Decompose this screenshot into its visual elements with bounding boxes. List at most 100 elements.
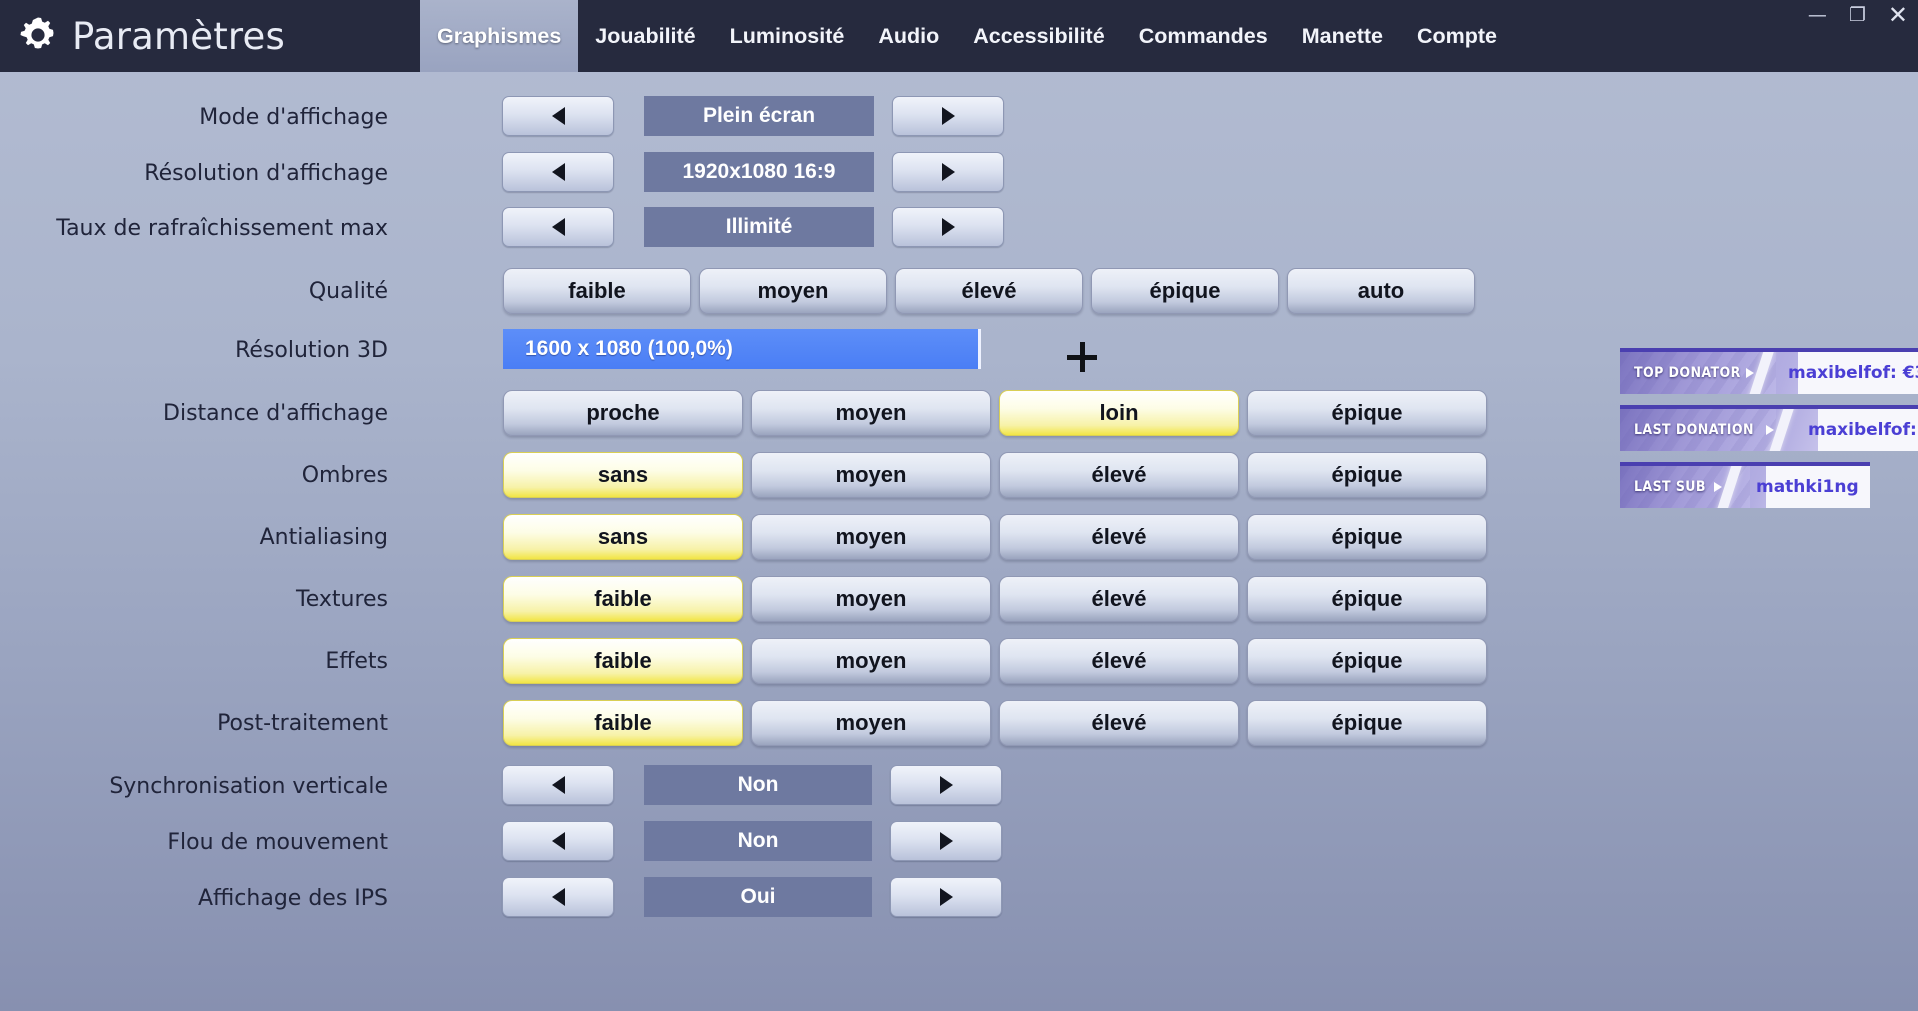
choice-label: élevé — [961, 278, 1017, 303]
prev-arrow-display_resolution[interactable] — [502, 152, 614, 192]
choice-label: faible — [594, 710, 652, 735]
tab-commandes[interactable]: Commandes — [1122, 0, 1285, 72]
choice-label: loin — [1099, 400, 1139, 425]
choice-antialiasing-sans[interactable]: sans — [503, 514, 743, 560]
setting-row-display_mode: Plein écran — [502, 96, 1004, 136]
close-icon[interactable]: ✕ — [1888, 3, 1908, 27]
tab-luminosit[interactable]: Luminosité — [713, 0, 862, 72]
next-arrow-display_mode[interactable] — [892, 96, 1004, 136]
chevron-left-icon — [551, 888, 565, 906]
choice-view_distance-moyen[interactable]: moyen — [751, 390, 991, 436]
tab-manette[interactable]: Manette — [1285, 0, 1400, 72]
overlay-arrow-icon — [1714, 482, 1722, 492]
page-title: Paramètres — [72, 14, 285, 58]
setting-value-display_mode[interactable]: Plein écran — [644, 96, 874, 136]
setting-row-display_resolution: 1920x1080 16:9 — [502, 152, 1004, 192]
tab-audio[interactable]: Audio — [861, 0, 956, 72]
choice-view_distance-proche[interactable]: proche — [503, 390, 743, 436]
setting-row-textures: faible moyen élevé épique — [503, 576, 1487, 622]
choice-post_processing-moyen[interactable]: moyen — [751, 700, 991, 746]
setting-value-show_fps[interactable]: Oui — [644, 877, 872, 917]
choice-quality-faible[interactable]: faible — [503, 268, 691, 314]
prev-arrow-vsync[interactable] — [502, 765, 614, 805]
title-bar: Paramètres Graphismes Jouabilité Luminosit… — [0, 0, 1918, 72]
choice-quality-moyen[interactable]: moyen — [699, 268, 887, 314]
choice-antialiasing-élevé[interactable]: élevé — [999, 514, 1239, 560]
tab-jouabilit[interactable]: Jouabilité — [578, 0, 712, 72]
prev-arrow-display_mode[interactable] — [502, 96, 614, 136]
next-arrow-motion_blur[interactable] — [890, 821, 1002, 861]
choice-effects-moyen[interactable]: moyen — [751, 638, 991, 684]
stream-overlay-panel: TOP DONATORmaxibelfof: €30.0LAST DONATIO… — [1620, 348, 1918, 519]
choice-label: moyen — [757, 278, 829, 303]
choice-quality-épique[interactable]: épique — [1091, 268, 1279, 314]
prev-arrow-max_framerate[interactable] — [502, 207, 614, 247]
choice-textures-faible[interactable]: faible — [503, 576, 743, 622]
overlay-label: TOP DONATOR — [1634, 365, 1741, 381]
tab-label: Jouabilité — [595, 23, 696, 48]
choice-post_processing-élevé[interactable]: élevé — [999, 700, 1239, 746]
setting-value-max_framerate[interactable]: Illimité — [644, 207, 874, 247]
chevron-right-icon — [941, 107, 955, 125]
choice-post_processing-faible[interactable]: faible — [503, 700, 743, 746]
choice-label: épique — [1331, 710, 1403, 735]
choice-effects-épique[interactable]: épique — [1247, 638, 1487, 684]
tab-label: Accessibilité — [973, 23, 1105, 48]
choice-effects-élevé[interactable]: élevé — [999, 638, 1239, 684]
prev-arrow-motion_blur[interactable] — [502, 821, 614, 861]
choice-quality-élevé[interactable]: élevé — [895, 268, 1083, 314]
choice-effects-faible[interactable]: faible — [503, 638, 743, 684]
tab-accessibilit[interactable]: Accessibilité — [956, 0, 1121, 72]
choice-post_processing-épique[interactable]: épique — [1247, 700, 1487, 746]
overlay-arrow-icon — [1746, 368, 1754, 378]
next-arrow-show_fps[interactable] — [890, 877, 1002, 917]
tab-graphismes[interactable]: Graphismes — [420, 0, 579, 72]
choice-label: élevé — [1091, 710, 1147, 735]
maximize-icon[interactable]: ❐ — [1849, 5, 1866, 25]
choice-label: sans — [597, 524, 649, 549]
setting-value-display_resolution[interactable]: 1920x1080 16:9 — [644, 152, 874, 192]
prev-arrow-show_fps[interactable] — [502, 877, 614, 917]
choice-shadows-sans[interactable]: sans — [503, 452, 743, 498]
resolution-3d-value: 1600 x 1080 (100,0%) — [525, 337, 733, 360]
minimize-icon[interactable]: — — [1808, 5, 1827, 25]
choice-label: élevé — [1091, 586, 1147, 611]
setting-label-show_fps: Affichage des IPS — [197, 886, 388, 911]
setting-row-effects: faible moyen élevé épique — [503, 638, 1487, 684]
choice-label: moyen — [835, 400, 907, 425]
choice-antialiasing-épique[interactable]: épique — [1247, 514, 1487, 560]
setting-value-vsync[interactable]: Non — [644, 765, 872, 805]
choice-label: sans — [597, 462, 649, 487]
tab-compte[interactable]: Compte — [1400, 0, 1514, 72]
choice-textures-épique[interactable]: épique — [1247, 576, 1487, 622]
choice-label: moyen — [835, 648, 907, 673]
tab-label: Compte — [1416, 23, 1497, 48]
choice-view_distance-épique[interactable]: épique — [1247, 390, 1487, 436]
overlay-value: mathki1ng — [1756, 477, 1859, 497]
setting-row-shadows: sans moyen élevé épique — [503, 452, 1487, 498]
next-arrow-max_framerate[interactable] — [892, 207, 1004, 247]
setting-value-motion_blur[interactable]: Non — [644, 821, 872, 861]
resolution-3d-slider-fill: 1600 x 1080 (100,0%) — [503, 329, 981, 369]
choice-shadows-épique[interactable]: épique — [1247, 452, 1487, 498]
choice-textures-élevé[interactable]: élevé — [999, 576, 1239, 622]
setting-row-vsync: Non — [502, 765, 1002, 805]
choice-quality-auto[interactable]: auto — [1287, 268, 1475, 314]
tab-label: Luminosité — [729, 23, 845, 48]
chevron-left-icon — [551, 163, 565, 181]
choice-label: moyen — [835, 462, 907, 487]
setting-label-antialiasing: Antialiasing — [259, 525, 388, 550]
choice-shadows-moyen[interactable]: moyen — [751, 452, 991, 498]
setting-row-max_framerate: Illimité — [502, 207, 1004, 247]
choice-antialiasing-moyen[interactable]: moyen — [751, 514, 991, 560]
next-arrow-display_resolution[interactable] — [892, 152, 1004, 192]
chevron-left-icon — [551, 776, 565, 794]
resolution-3d-slider[interactable]: 1600 x 1080 (100,0%) — [503, 329, 981, 369]
next-arrow-vsync[interactable] — [890, 765, 1002, 805]
choice-view_distance-loin[interactable]: loin — [999, 390, 1239, 436]
choice-textures-moyen[interactable]: moyen — [751, 576, 991, 622]
setting-label-max_framerate: Taux de rafraîchissement max — [56, 216, 388, 241]
chevron-right-icon — [939, 832, 953, 850]
choice-shadows-élevé[interactable]: élevé — [999, 452, 1239, 498]
setting-label-quality: Qualité — [308, 279, 388, 304]
